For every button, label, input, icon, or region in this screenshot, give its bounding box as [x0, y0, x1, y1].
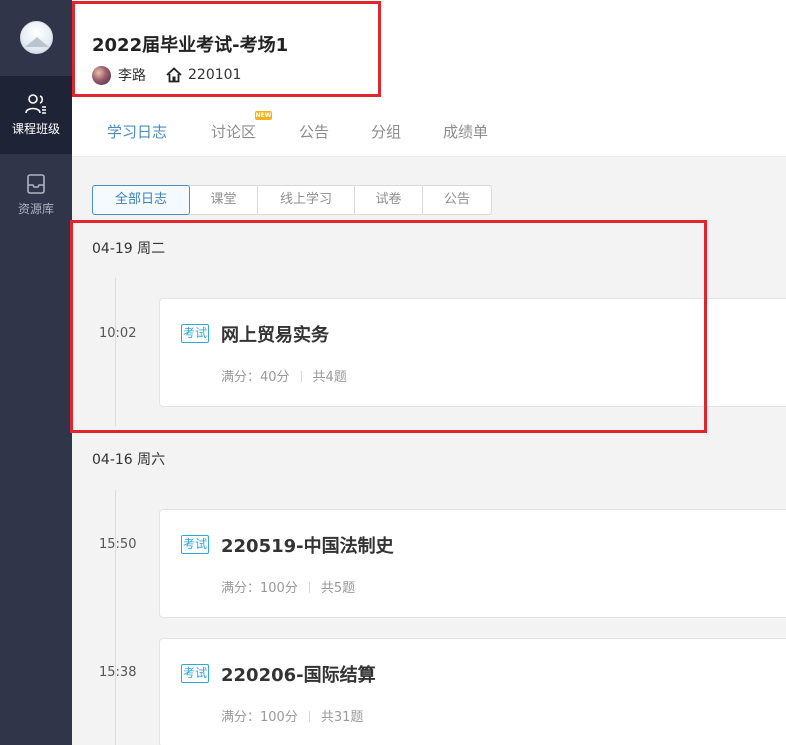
- timeline-line: [115, 490, 116, 745]
- sidebar-item-class[interactable]: 课程班级: [0, 76, 72, 154]
- sidebar-item-label: 资源库: [17, 202, 54, 216]
- log-date: 04-16 周六: [92, 452, 166, 468]
- exam-card[interactable]: 考试 220519-中国法制史 满分：100分 共5题: [159, 509, 786, 618]
- class-icon: [25, 94, 46, 114]
- exam-tag: 考试: [181, 664, 209, 683]
- divider: [308, 582, 310, 593]
- school-logo[interactable]: [20, 21, 53, 54]
- annotation-box: [70, 220, 707, 433]
- filter-exam-papers[interactable]: 试卷: [355, 186, 423, 214]
- filter-classroom[interactable]: 课堂: [190, 186, 258, 214]
- exam-meta: 满分：100分 共5题: [221, 577, 355, 596]
- exam-question-count: 共31题: [320, 710, 364, 725]
- log-time: 15:50: [99, 537, 137, 552]
- exam-tag: 考试: [181, 535, 209, 554]
- exam-title[interactable]: 220206-国际结算: [221, 661, 376, 687]
- log-filter-group: 全部日志 课堂 线上学习 试卷 公告: [92, 185, 492, 215]
- sidebar: 课程班级 资源库: [0, 0, 72, 745]
- exam-question-count: 共5题: [320, 581, 356, 596]
- filter-online-learning[interactable]: 线上学习: [258, 186, 355, 214]
- annotation-box: [72, 1, 381, 97]
- tab-announcement[interactable]: 公告: [299, 121, 329, 142]
- exam-title[interactable]: 220519-中国法制史: [221, 532, 394, 558]
- sidebar-item-label: 课程班级: [11, 122, 60, 136]
- exam-full-score: 满分：100分: [221, 710, 298, 725]
- new-badge: NEW: [255, 111, 272, 120]
- sidebar-item-library[interactable]: 资源库: [0, 156, 72, 234]
- filter-all-logs[interactable]: 全部日志: [92, 185, 190, 215]
- library-icon: [27, 174, 45, 194]
- course-tabs: 学习日志 讨论区 NEW 公告 分组 成绩单: [72, 103, 786, 157]
- tab-groups[interactable]: 分组: [371, 121, 401, 142]
- exam-card[interactable]: 考试 220206-国际结算 满分：100分 共31题: [159, 638, 786, 745]
- tab-discussion[interactable]: 讨论区: [211, 121, 256, 142]
- filter-announcements[interactable]: 公告: [423, 186, 491, 214]
- log-time: 15:38: [99, 665, 137, 680]
- tab-study-log[interactable]: 学习日志: [107, 121, 167, 142]
- tab-gradebook[interactable]: 成绩单: [443, 121, 488, 142]
- divider: [308, 711, 310, 722]
- exam-full-score: 满分：100分: [221, 581, 298, 596]
- exam-meta: 满分：100分 共31题: [221, 706, 363, 725]
